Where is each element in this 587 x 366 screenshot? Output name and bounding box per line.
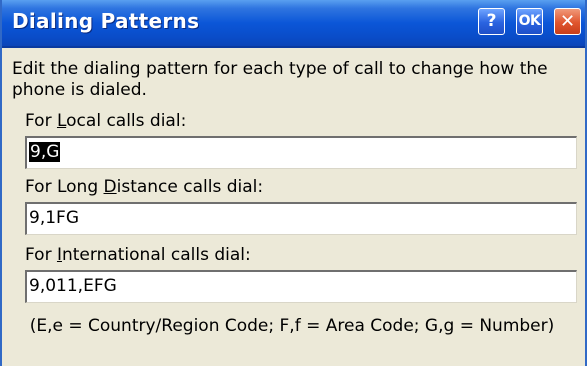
long-distance-calls-input[interactable]: 9,1FG	[25, 202, 577, 235]
window-title: Dialing Patterns	[12, 9, 200, 33]
title-bar: Dialing Patterns ? OK ✕	[2, 0, 585, 48]
ok-button[interactable]: OK	[516, 8, 543, 35]
local-calls-input[interactable]: 9,G	[25, 136, 577, 169]
long-distance-calls-label: For Long Distance calls dial:	[25, 177, 264, 197]
instructions-text: Edit the dialing pattern for each type o…	[12, 59, 548, 100]
local-calls-value: 9,G	[29, 142, 61, 162]
long-distance-calls-value: 9,1FG	[29, 208, 79, 228]
international-calls-label: For International calls dial:	[25, 245, 251, 265]
help-button[interactable]: ?	[478, 8, 505, 35]
close-button[interactable]: ✕	[554, 8, 581, 35]
international-calls-value: 9,011,EFG	[29, 276, 117, 296]
pattern-legend-note: (E,e = Country/Region Code; F,f = Area C…	[29, 316, 555, 336]
international-calls-input[interactable]: 9,011,EFG	[25, 270, 577, 303]
local-calls-label: For Local calls dial:	[25, 111, 187, 131]
